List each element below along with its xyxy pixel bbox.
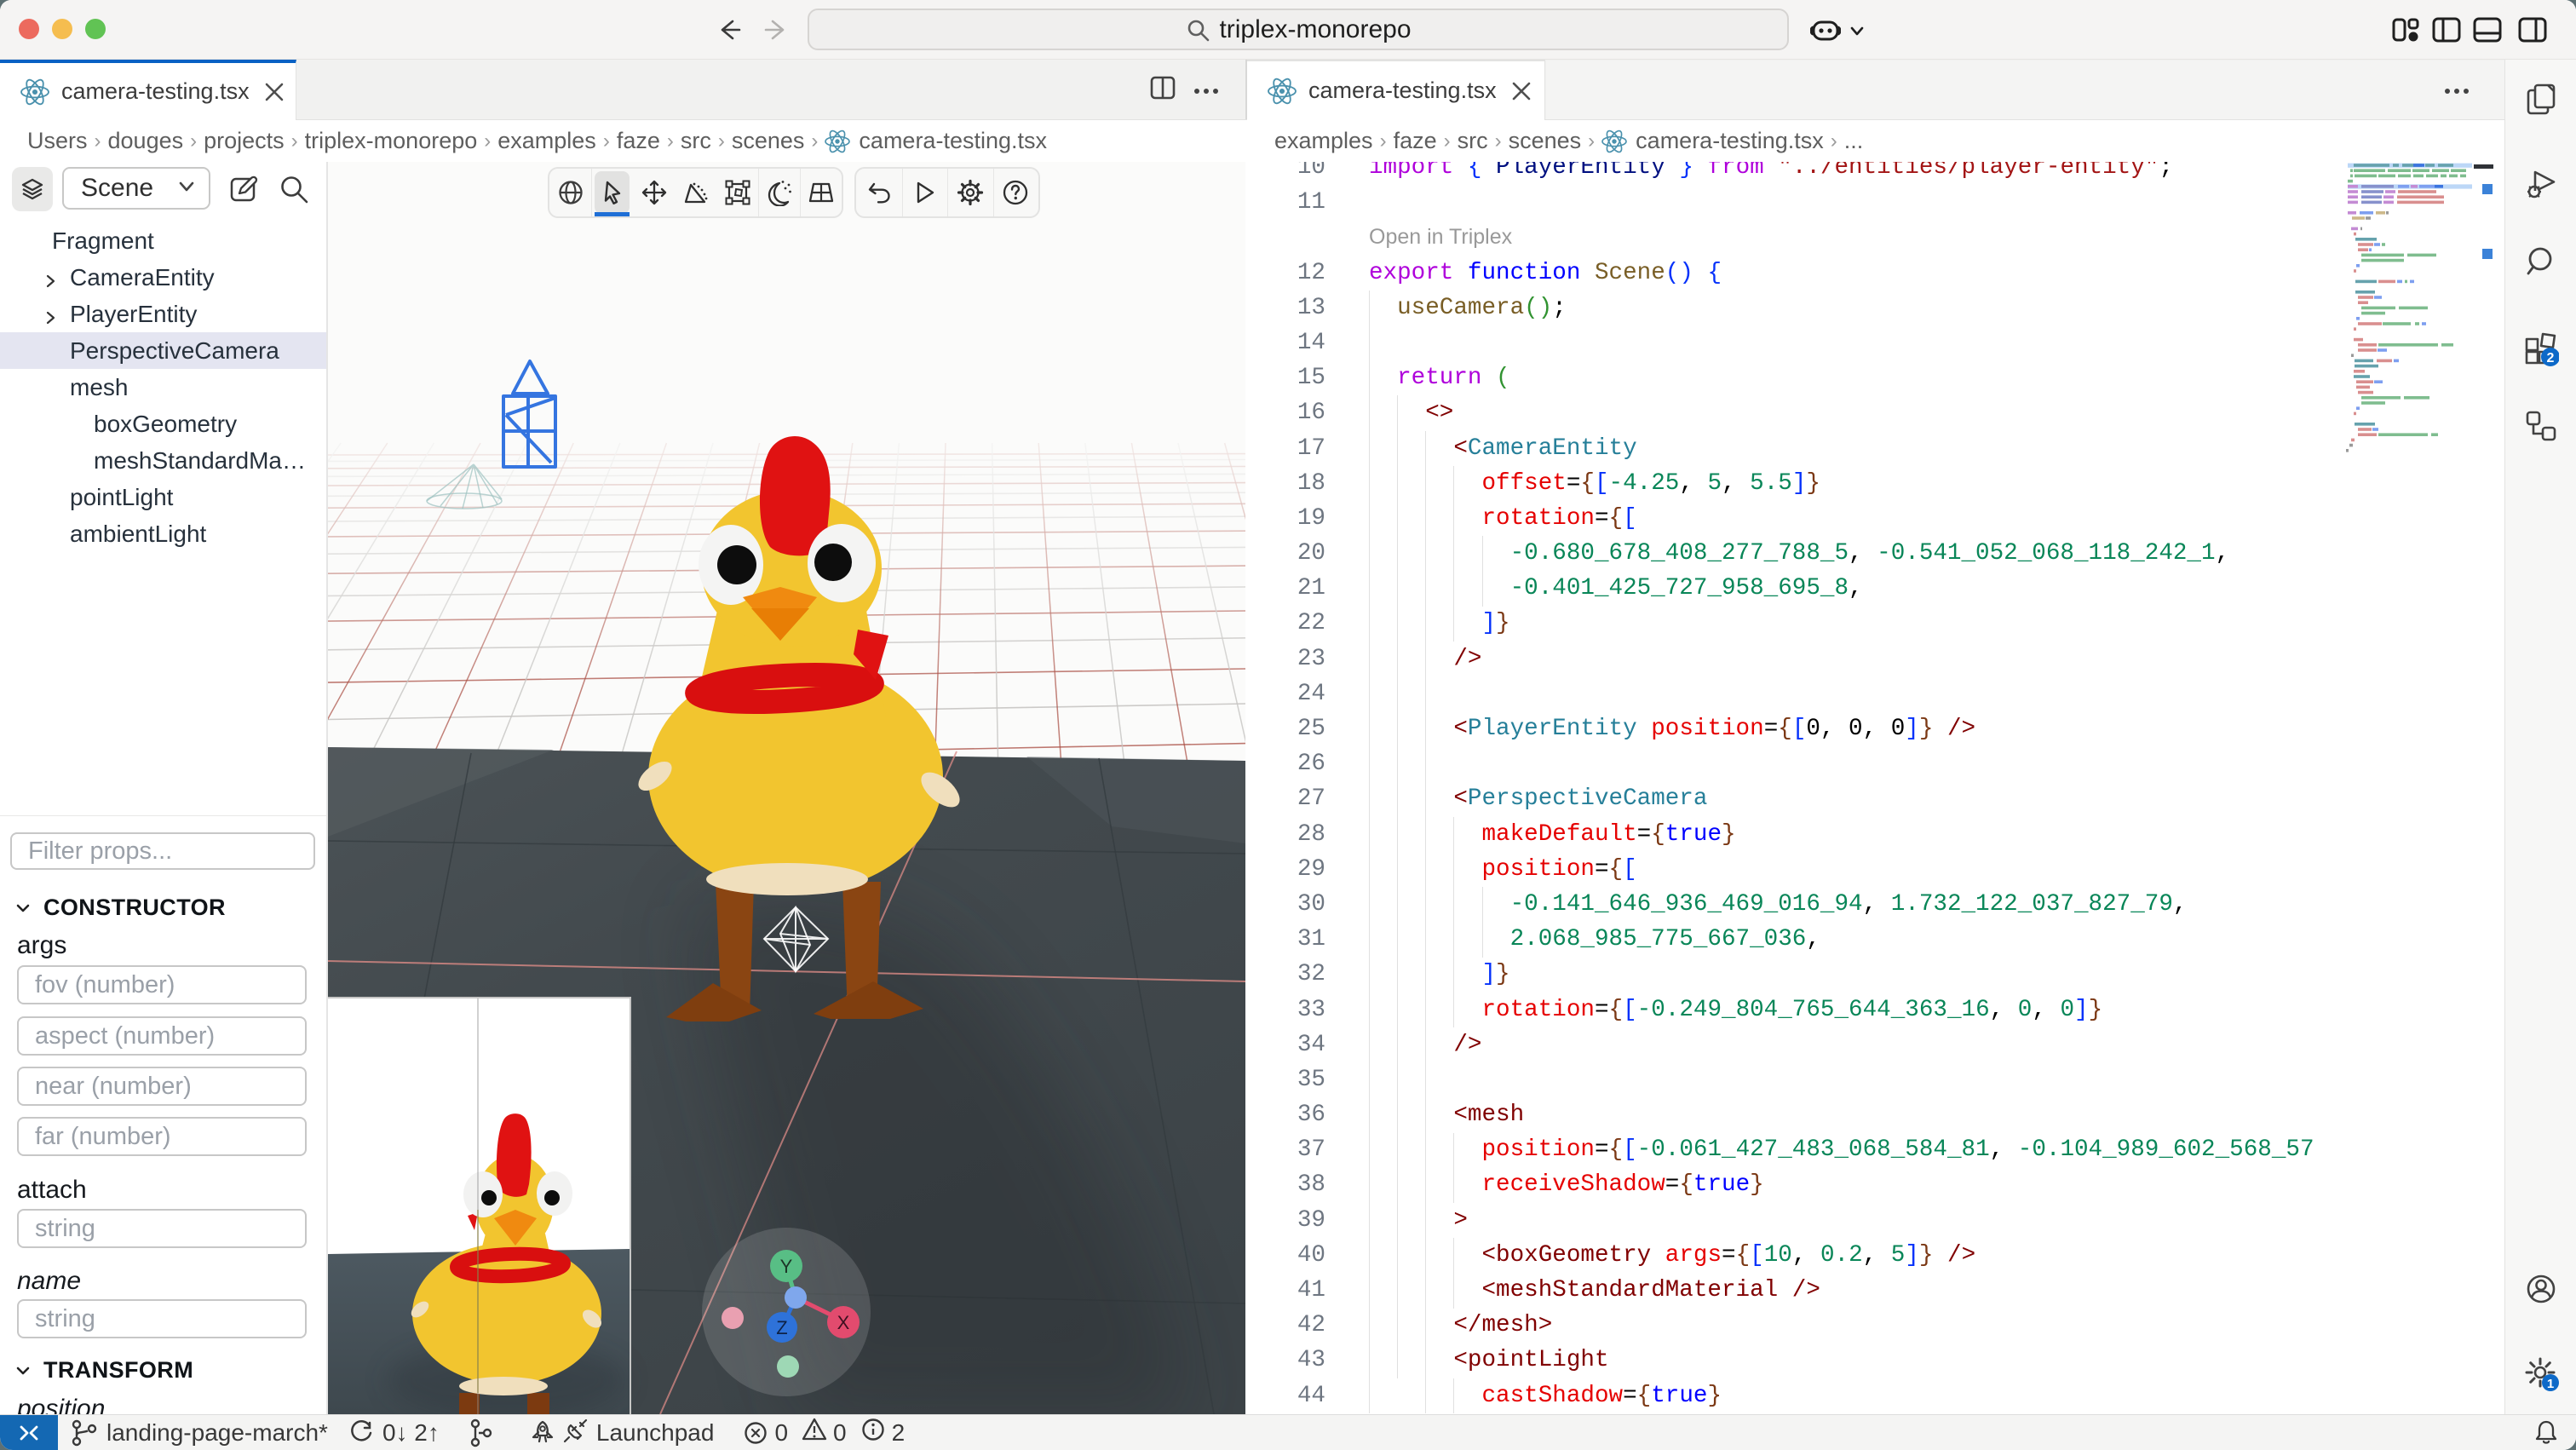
svg-text:1: 1 bbox=[2547, 1377, 2554, 1391]
svg-text:Z: Z bbox=[776, 1317, 787, 1338]
svg-text:Y: Y bbox=[780, 1256, 793, 1277]
svg-text:X: X bbox=[837, 1312, 850, 1333]
svg-text:2: 2 bbox=[2547, 351, 2555, 365]
